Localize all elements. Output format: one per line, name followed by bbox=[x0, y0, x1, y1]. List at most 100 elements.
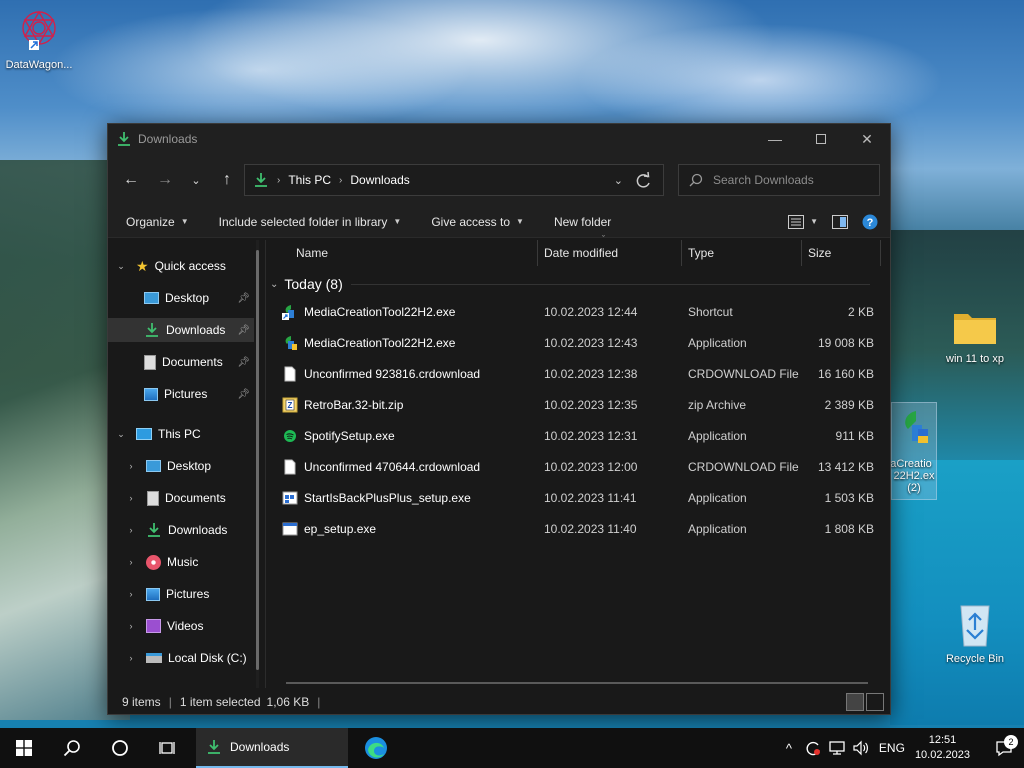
details-view-toggle[interactable] bbox=[846, 693, 864, 711]
include-label: Include selected folder in library bbox=[218, 214, 388, 229]
nav-pc-videos[interactable]: › Videos bbox=[108, 614, 254, 638]
back-button[interactable]: ← bbox=[116, 165, 146, 195]
search-input[interactable] bbox=[713, 173, 863, 187]
nav-this-pc[interactable]: ⌄ This PC bbox=[108, 422, 254, 446]
title-bar[interactable]: Downloads — ✕ bbox=[108, 124, 890, 154]
collapsed-chevron-icon[interactable]: › bbox=[124, 589, 138, 599]
expanded-chevron-icon[interactable]: ⌄ bbox=[114, 261, 128, 272]
include-in-library-menu[interactable]: Include selected folder in library ▼ bbox=[219, 215, 402, 229]
taskbar-app-edge[interactable] bbox=[352, 728, 400, 768]
address-history-chevron-icon[interactable]: ⌄ bbox=[614, 174, 623, 187]
file-row[interactable]: MediaCreationTool22H2.exe 10.02.2023 12:… bbox=[274, 329, 874, 357]
desktop-icon-recycle-bin[interactable]: Recycle Bin bbox=[937, 600, 1013, 665]
nav-qa-documents[interactable]: Documents 📌︎ bbox=[108, 350, 254, 374]
file-type: zip Archive bbox=[688, 398, 747, 412]
collapsed-chevron-icon[interactable]: › bbox=[124, 493, 138, 503]
cortana-button[interactable] bbox=[96, 728, 144, 768]
organize-menu[interactable]: Organize ▼ bbox=[126, 215, 189, 229]
search-box[interactable] bbox=[678, 164, 880, 196]
refresh-icon[interactable] bbox=[633, 171, 653, 191]
volume-icon[interactable] bbox=[849, 739, 873, 757]
clock[interactable]: 12:51 10.02.2023 bbox=[915, 733, 970, 763]
network-icon[interactable] bbox=[825, 739, 849, 757]
desktop-icon-datawagon[interactable]: DataWagon... bbox=[1, 6, 77, 71]
organize-label: Organize bbox=[126, 214, 175, 229]
column-header-type[interactable]: Type bbox=[680, 240, 800, 266]
nav-scrollbar[interactable] bbox=[256, 240, 259, 688]
arrow-right-icon: → bbox=[157, 171, 173, 188]
file-row[interactable]: MediaCreationTool22H2.exe 10.02.2023 12:… bbox=[274, 298, 874, 326]
nav-qa-pictures[interactable]: Pictures 📌︎ bbox=[108, 382, 254, 406]
close-icon: ✕ bbox=[861, 130, 873, 147]
nav-pc-music[interactable]: › Music bbox=[108, 550, 254, 574]
folder-icon bbox=[954, 314, 996, 344]
address-bar[interactable]: › This PC › Downloads ⌄ bbox=[244, 164, 664, 196]
file-type: CRDOWNLOAD File bbox=[688, 367, 799, 381]
file-name: ep_setup.exe bbox=[304, 522, 377, 536]
close-button[interactable]: ✕ bbox=[844, 124, 890, 154]
scrollbar-thumb[interactable] bbox=[256, 250, 259, 670]
help-icon[interactable]: ? bbox=[862, 214, 878, 230]
nav-pc-pictures[interactable]: › Pictures bbox=[108, 582, 254, 606]
file-row[interactable]: Z RetroBar.32-bit.zip 10.02.2023 12:35 z… bbox=[274, 391, 874, 419]
new-folder-button[interactable]: New folder bbox=[554, 215, 611, 229]
collapsed-chevron-icon[interactable]: › bbox=[124, 557, 138, 567]
action-center-button[interactable]: 2 bbox=[984, 735, 1024, 757]
give-access-menu[interactable]: Give access to ▼ bbox=[431, 215, 524, 229]
nav-qa-downloads[interactable]: Downloads 📌︎ bbox=[108, 318, 254, 342]
file-row[interactable]: SpotifySetup.exe 10.02.2023 12:31 Applic… bbox=[274, 422, 874, 450]
nav-label: Downloads bbox=[168, 523, 228, 537]
large-icons-view-toggle[interactable] bbox=[866, 693, 884, 711]
column-header-date[interactable]: Date modified ˇ bbox=[536, 234, 680, 266]
forward-button[interactable]: → bbox=[150, 165, 180, 195]
expanded-chevron-icon[interactable]: ⌄ bbox=[114, 429, 128, 440]
downloads-icon bbox=[148, 523, 160, 537]
svg-text:Z: Z bbox=[288, 401, 293, 410]
task-view-button[interactable] bbox=[144, 728, 192, 768]
recent-locations-button[interactable]: ⌄ bbox=[184, 165, 208, 195]
start-button[interactable] bbox=[0, 728, 48, 768]
collapsed-chevron-icon[interactable]: › bbox=[124, 653, 138, 663]
nav-pc-local-disk[interactable]: › Local Disk (C:) bbox=[108, 646, 254, 670]
column-header-size[interactable]: Size bbox=[800, 240, 880, 266]
desktop-icon-media-creation[interactable]: aCreatio 22H2.ex (2) bbox=[890, 402, 937, 500]
nav-qa-desktop[interactable]: Desktop 📌︎ bbox=[108, 286, 254, 310]
search-button[interactable] bbox=[48, 728, 96, 768]
file-row[interactable]: Unconfirmed 923816.crdownload 10.02.2023… bbox=[274, 360, 874, 388]
change-view-button[interactable]: ▼ bbox=[788, 214, 818, 229]
update-status-icon[interactable] bbox=[801, 739, 825, 757]
show-hidden-icons-button[interactable]: ^ bbox=[777, 741, 801, 756]
column-header-name[interactable]: Name bbox=[288, 240, 536, 266]
taskbar-app-downloads[interactable]: Downloads bbox=[196, 728, 348, 768]
desktop-icon bbox=[146, 460, 161, 472]
collapsed-chevron-icon[interactable]: › bbox=[124, 621, 138, 631]
column-divider[interactable] bbox=[880, 240, 881, 266]
desktop-icon-label-3: (2) bbox=[907, 482, 921, 494]
collapsed-chevron-icon[interactable]: › bbox=[124, 461, 138, 471]
nav-label: Desktop bbox=[167, 459, 212, 473]
nav-pc-documents[interactable]: › Documents bbox=[108, 486, 254, 510]
group-divider bbox=[350, 283, 870, 285]
horizontal-scrollbar[interactable] bbox=[286, 682, 868, 684]
input-language-indicator[interactable]: ENG bbox=[879, 741, 905, 755]
column-label: Date modified bbox=[544, 246, 619, 260]
nav-pc-downloads[interactable]: › Downloads bbox=[108, 518, 254, 542]
file-row[interactable]: ep_setup.exe 10.02.2023 11:40 Applicatio… bbox=[274, 515, 874, 543]
desktop-icon bbox=[144, 292, 159, 304]
group-header-today[interactable]: ⌄ Today (8) bbox=[270, 274, 880, 294]
preview-pane-icon[interactable] bbox=[832, 214, 848, 229]
file-explorer-window: Downloads — ✕ ← → ⌄ ↑ › This PC › Downlo… bbox=[107, 123, 891, 715]
collapsed-chevron-icon[interactable]: › bbox=[124, 525, 138, 535]
minimize-button[interactable]: — bbox=[752, 124, 798, 154]
desktop-icon-folder[interactable]: win 11 to xp bbox=[937, 308, 1013, 365]
file-row[interactable]: StartIsBackPlusPlus_setup.exe 10.02.2023… bbox=[274, 484, 874, 512]
give-access-label: Give access to bbox=[431, 214, 511, 229]
breadcrumb-downloads[interactable]: Downloads bbox=[350, 173, 409, 187]
file-row[interactable]: Unconfirmed 470644.crdownload 10.02.2023… bbox=[274, 453, 874, 481]
maximize-button[interactable] bbox=[798, 124, 844, 154]
nav-pc-desktop[interactable]: › Desktop bbox=[108, 454, 254, 478]
up-button[interactable]: ↑ bbox=[212, 165, 242, 195]
breadcrumb-this-pc[interactable]: This PC bbox=[288, 173, 331, 187]
desktop-icon-label: Recycle Bin bbox=[945, 653, 1005, 665]
nav-quick-access[interactable]: ⌄ ★ Quick access bbox=[108, 254, 254, 278]
